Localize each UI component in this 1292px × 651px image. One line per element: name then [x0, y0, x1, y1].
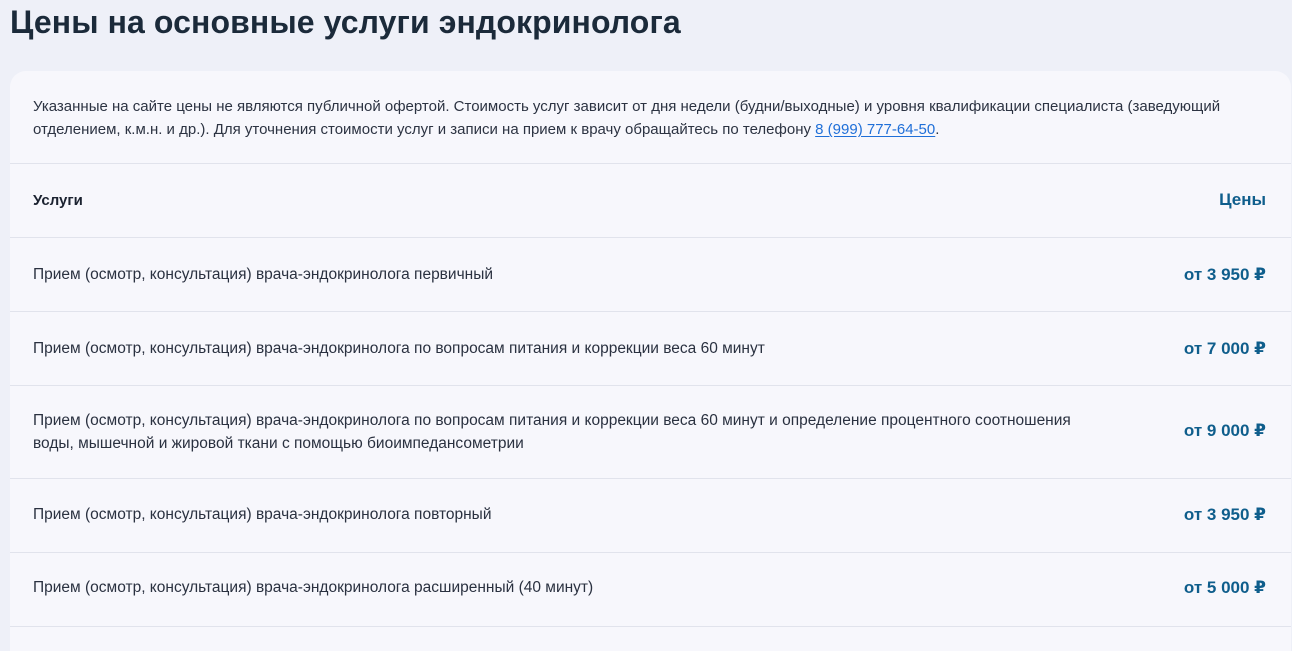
price-notice: Указанные на сайте цены не являются публ…: [33, 95, 1263, 141]
phone-link[interactable]: 8 (999) 777-64-50: [815, 121, 935, 138]
service-price: от 3 950 ₽: [1183, 265, 1266, 284]
table-row: Прием (осмотр, консультация) врача-эндок…: [10, 238, 1291, 311]
service-name: Прием (осмотр, консультация) врача-эндок…: [33, 266, 494, 283]
service-price: от 9 000 ₽: [1183, 421, 1266, 440]
service-price: от 3 950 ₽: [1183, 505, 1266, 524]
divider: [10, 626, 1291, 627]
table-row: Прием (осмотр, консультация) врача-эндок…: [10, 479, 1291, 552]
service-name: Прием (осмотр, консультация) врача-эндок…: [33, 412, 1071, 452]
service-price: от 5 000 ₽: [1183, 578, 1266, 597]
notice-text-end: .: [935, 121, 940, 138]
page-title: Цены на основные услуги эндокринолога: [10, 4, 681, 40]
table-row: Прием (осмотр, консультация) врача-эндок…: [10, 312, 1291, 385]
price-card: Указанные на сайте цены не являются публ…: [10, 71, 1291, 651]
service-name: Прием (осмотр, консультация) врача-эндок…: [33, 579, 594, 596]
service-price: от 7 000 ₽: [1183, 339, 1266, 358]
service-name: Прием (осмотр, консультация) врача-эндок…: [33, 340, 765, 357]
table-row: Прием (осмотр, консультация) врача-эндок…: [10, 553, 1291, 626]
service-name: Прием (осмотр, консультация) врача-эндок…: [33, 506, 492, 523]
notice-text: Указанные на сайте цены не являются публ…: [33, 98, 1221, 138]
header-services: Услуги: [33, 192, 83, 209]
table-header: Услуги Цены: [10, 164, 1291, 237]
header-prices: Цены: [1219, 190, 1266, 209]
table-row: Прием (осмотр, консультация) врача-эндок…: [10, 386, 1291, 478]
